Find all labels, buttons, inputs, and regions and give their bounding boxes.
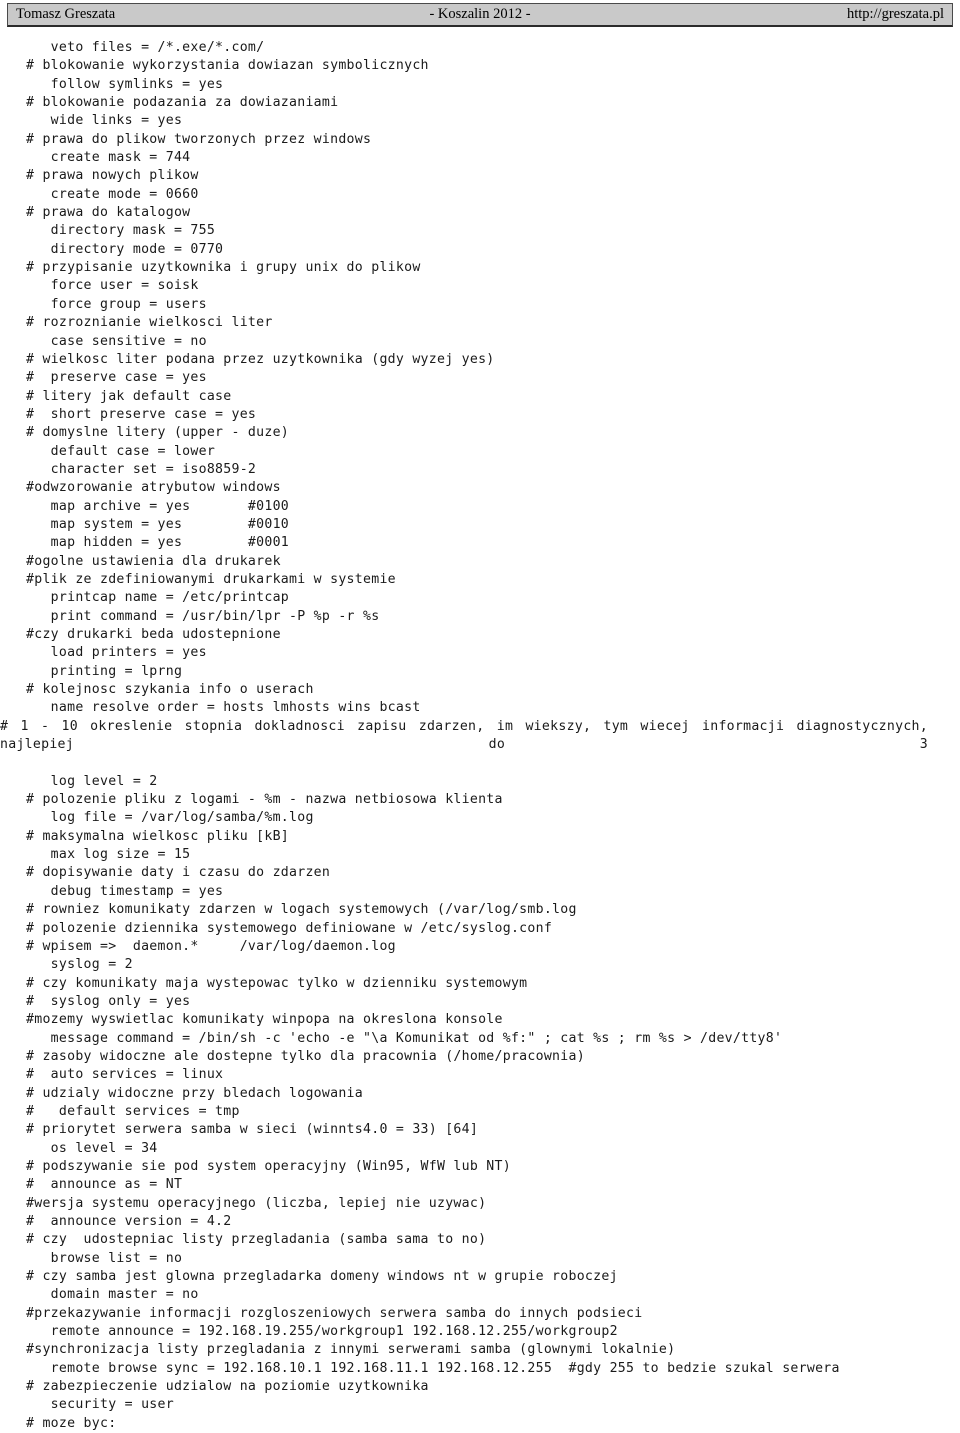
config-line: # udzialy widoczne przy bledach logowani… <box>26 1085 364 1101</box>
config-line: # litery jak default case <box>26 388 232 404</box>
config-line: # rowniez komunikaty zdarzen w logach sy… <box>26 902 577 918</box>
config-line: follow symlinks = yes <box>26 76 224 92</box>
config-line: # wpisem => daemon.* /var/log/daemon.log <box>26 938 396 954</box>
config-line: # blokowanie podazania za dowiazaniami <box>26 95 339 111</box>
config-line: # czy udostepniac listy przegladania (sa… <box>26 1232 487 1248</box>
config-line: #przekazywanie informacji rozgloszeniowy… <box>26 1305 643 1321</box>
config-file-listing: veto files = /*.exe/*.com/ # blokowanie w… <box>0 39 960 1433</box>
config-line: security = user <box>26 1397 174 1413</box>
config-line: # blokowanie wykorzystania dowiazan symb… <box>26 58 429 74</box>
config-line: #ogolne ustawienia dla drukarek <box>26 553 281 569</box>
config-line: wide links = yes <box>26 113 183 129</box>
config-line: # announce as = NT <box>26 1177 183 1193</box>
config-line: # short preserve case = yes <box>26 406 257 422</box>
config-line: name resolve order = hosts lmhosts wins … <box>26 700 421 716</box>
header-author: Tomasz Greszata <box>16 7 116 22</box>
config-line: printcap name = /etc/printcap <box>26 590 290 606</box>
config-line: # kolejnosc szykania info o userach <box>26 682 314 698</box>
config-line: # prawa nowych plikow <box>26 168 199 184</box>
config-line: veto files = /*.exe/*.com/ <box>26 40 265 55</box>
config-line: log file = /var/log/samba/%m.log <box>26 810 314 826</box>
config-line: browse list = no <box>26 1250 183 1266</box>
config-line: # prawa do plikow tworzonych przez windo… <box>26 131 372 147</box>
config-line: # announce version = 4.2 <box>26 1214 232 1229</box>
header-website-url: http://greszata.pl <box>846 7 944 22</box>
config-line: #plik ze zdefiniowanymi drukarkami w sys… <box>26 571 396 587</box>
config-line: # auto services = linux <box>26 1067 224 1083</box>
config-line: # 1 - 10 okreslenie stopnia dokladnosci … <box>0 718 937 753</box>
config-line: # preserve case = yes <box>26 370 207 386</box>
config-line: # syslog only = yes <box>26 993 191 1009</box>
config-line: domain master = no <box>26 1287 199 1303</box>
config-line: # polozenie dziennika systemowego defini… <box>26 920 553 936</box>
config-line: map hidden = yes #0001 <box>26 535 290 551</box>
config-line: directory mode = 0770 <box>26 241 224 257</box>
config-line: map system = yes #0010 <box>26 516 290 532</box>
config-line: printing = lprng <box>26 663 183 679</box>
config-line: #mozemy wyswietlac komunikaty winpopa na… <box>26 1012 503 1028</box>
config-line: # czy samba jest glowna przegladarka dom… <box>26 1269 618 1285</box>
config-line: # priorytet serwera samba w sieci (winnt… <box>26 1122 479 1138</box>
config-line: # domyslne litery (upper - duze) <box>26 425 290 441</box>
config-line: # dopisywanie daty i czasu do zdarzen <box>26 865 331 881</box>
config-line: os level = 34 <box>26 1140 158 1156</box>
config-line: # podszywanie sie pod system operacyjny … <box>26 1158 511 1174</box>
config-line: message command = /bin/sh -c 'echo -e "\… <box>26 1030 783 1046</box>
config-line: case sensitive = no <box>26 333 207 349</box>
config-line: default case = lower <box>26 443 216 459</box>
config-line: character set = iso8859-2 <box>26 461 257 477</box>
config-line: # rozroznianie wielkosci liter <box>26 315 273 331</box>
config-line: # wielkosc liter podana przez uzytkownik… <box>26 351 495 367</box>
config-line: print command = /usr/bin/lpr -P %p -r %s <box>26 608 380 624</box>
header-place-year: - Koszalin 2012 - <box>429 7 531 22</box>
config-line: # zasoby widoczne ale dostepne tylko dla… <box>26 1048 585 1064</box>
config-line: create mode = 0660 <box>26 186 199 202</box>
config-line: syslog = 2 <box>26 957 133 973</box>
config-line: #wersja systemu operacyjnego (liczba, le… <box>26 1195 487 1211</box>
config-line: # default services = tmp <box>26 1103 240 1119</box>
config-line: # moze byc: <box>26 1415 117 1431</box>
config-line: # przypisanie uzytkownika i grupy unix d… <box>26 260 421 276</box>
config-line: # zabezpieczenie udzialow na poziomie uz… <box>26 1379 429 1395</box>
config-line: remote announce = 192.168.19.255/workgro… <box>26 1324 618 1340</box>
config-line: create mask = 744 <box>26 150 191 166</box>
config-line: # czy komunikaty maja wystepowac tylko w… <box>26 975 528 991</box>
config-line: map archive = yes #0100 <box>26 498 290 514</box>
config-line: load printers = yes <box>26 645 207 661</box>
config-line: debug timestamp = yes <box>26 883 224 899</box>
config-line: force user = soisk <box>26 278 199 294</box>
config-line: force group = users <box>26 296 207 312</box>
config-line: # prawa do katalogow <box>26 205 191 221</box>
config-line: # polozenie pliku z logami - %m - nazwa … <box>26 792 503 808</box>
page-running-header: Tomasz Greszata - Koszalin 2012 - http:/… <box>7 3 953 27</box>
config-line: #czy drukarki beda udostepnione <box>26 627 281 642</box>
config-line: #odwzorowanie atrybutow windows <box>26 480 281 496</box>
config-line: #synchronizacja listy przegladania z inn… <box>26 1342 676 1358</box>
config-line: remote browse sync = 192.168.10.1 192.16… <box>26 1360 840 1376</box>
config-line: directory mask = 755 <box>26 223 216 239</box>
config-line: log level = 2 <box>26 773 158 789</box>
config-line: max log size = 15 <box>26 847 191 863</box>
config-line: # maksymalna wielkosc pliku [kB] <box>26 828 290 844</box>
